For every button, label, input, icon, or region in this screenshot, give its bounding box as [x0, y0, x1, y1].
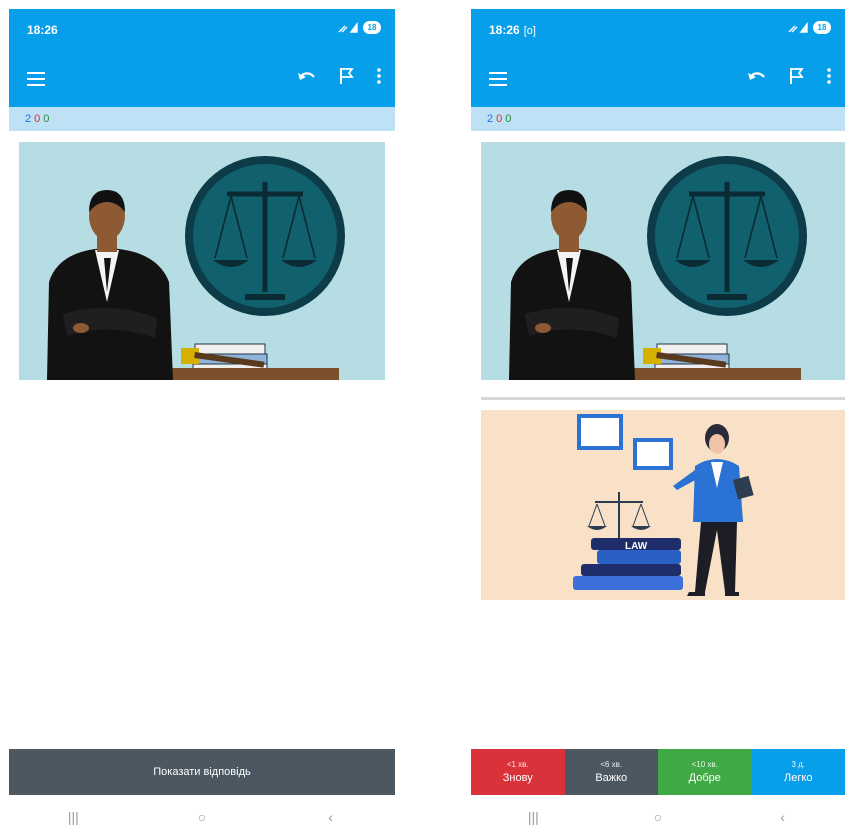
phone-answer: 18:26 [o] 18 200 LAW <1 хв. Знову <6 хв.…: [471, 9, 845, 834]
ease-good-button[interactable]: <10 хв. Добре: [658, 749, 752, 795]
back-icon[interactable]: ‹: [763, 809, 803, 825]
ease-again-interval: <1 хв.: [506, 760, 529, 769]
status-time: 18:26: [27, 23, 58, 37]
count-learn: 0: [34, 113, 41, 125]
ease-again-label: Знову: [502, 772, 533, 784]
ease-hard-label: Важко: [595, 772, 628, 784]
status-icons: 18: [787, 21, 831, 34]
undo-icon[interactable]: [297, 69, 317, 83]
ease-buttons: <1 хв. Знову <6 хв. Важко <10 хв. Добре …: [471, 749, 845, 795]
battery-icon: 18: [363, 21, 381, 34]
count-review: 0: [505, 113, 512, 125]
recent-apps-icon[interactable]: |||: [53, 809, 93, 825]
ease-easy-label: Легко: [784, 772, 813, 784]
count-learn: 0: [496, 113, 503, 125]
count-review: 0: [43, 113, 50, 125]
ease-hard-button[interactable]: <6 хв. Важко: [564, 749, 658, 795]
home-icon[interactable]: ○: [638, 809, 678, 825]
question-image: [19, 142, 385, 380]
show-answer-button[interactable]: Показати відповідь: [9, 749, 395, 795]
phone-question: 18:26 18 200 Показати відповідь ||| ○ ‹: [9, 9, 395, 834]
undo-icon[interactable]: [747, 69, 767, 83]
signal-icon: [338, 21, 358, 33]
count-new: 2: [487, 113, 494, 125]
status-bar: 18:26 [o] 18: [471, 9, 845, 53]
ease-hard-interval: <6 хв.: [600, 760, 623, 769]
toolbar-actions: [297, 67, 381, 85]
status-bar: 18:26 18: [9, 9, 395, 53]
home-icon[interactable]: ○: [182, 809, 222, 825]
ease-good-label: Добре: [688, 772, 721, 784]
flag-icon[interactable]: [339, 67, 355, 85]
ease-good-interval: <10 хв.: [691, 760, 718, 769]
card-counts: 200: [9, 107, 395, 131]
system-nav-bar: ||| ○ ‹: [9, 799, 395, 834]
battery-icon: 18: [813, 21, 831, 34]
law-book-text: LAW: [625, 541, 648, 552]
answer-divider: [481, 397, 845, 400]
system-nav-bar: ||| ○ ‹: [471, 799, 845, 834]
ease-again-button[interactable]: <1 хв. Знову: [471, 749, 565, 795]
screenshot-pair: 18:26 18 200 Показати відповідь ||| ○ ‹ …: [0, 0, 845, 834]
recent-apps-icon[interactable]: |||: [513, 809, 553, 825]
flag-icon[interactable]: [789, 67, 805, 85]
app-toolbar: [471, 53, 845, 107]
menu-icon[interactable]: [27, 72, 45, 86]
screen-record-icon: [o]: [523, 25, 536, 37]
toolbar-actions: [747, 67, 831, 85]
answer-image: LAW: [481, 410, 845, 600]
menu-icon[interactable]: [489, 72, 507, 86]
status-icons: 18: [337, 21, 381, 34]
signal-icon: [788, 21, 808, 33]
ease-easy-button[interactable]: 3 д. Легко: [751, 749, 845, 795]
more-vert-icon[interactable]: [827, 68, 831, 84]
status-time: 18:26 [o]: [489, 23, 536, 37]
card-counts: 200: [471, 107, 845, 131]
back-icon[interactable]: ‹: [311, 809, 351, 825]
ease-easy-interval: 3 д.: [791, 760, 806, 769]
count-new: 2: [25, 113, 32, 125]
question-image: [481, 142, 845, 380]
more-vert-icon[interactable]: [377, 68, 381, 84]
app-toolbar: [9, 53, 395, 107]
